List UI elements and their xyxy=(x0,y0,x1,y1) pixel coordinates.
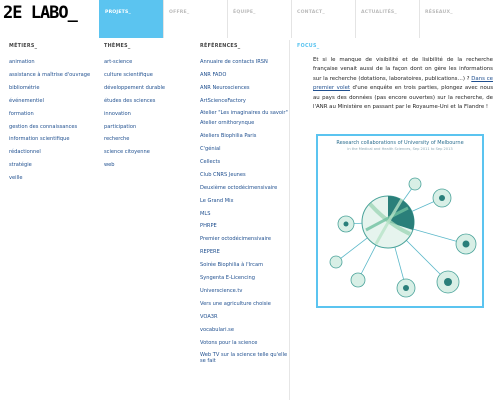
metier-link[interactable]: rédactionnel xyxy=(9,146,99,159)
metier-link[interactable]: événementiel xyxy=(9,95,99,108)
reference-link[interactable]: REPERE xyxy=(200,246,294,259)
references-list: Annuaire de contacts IRSN ANR FADO ANR N… xyxy=(200,56,294,365)
focus-figure[interactable]: Research collaborations of University of… xyxy=(316,134,484,308)
metier-link[interactable]: formation xyxy=(9,108,99,121)
focus-text: Et si le manque de visibilité et de lisi… xyxy=(313,56,493,112)
theme-link[interactable]: art-science xyxy=(104,56,196,69)
nav-reseaux[interactable]: RÉSEAUX_ xyxy=(419,0,483,38)
themes-list: art-science culture scientifique dévelop… xyxy=(104,56,196,172)
reference-link[interactable]: C'génial xyxy=(200,143,294,156)
themes-column: THÈMES_ art-science culture scientifique… xyxy=(104,44,196,172)
site-logo[interactable]: 2E LABO_ xyxy=(3,3,78,23)
reference-link[interactable]: VOA3R xyxy=(200,311,294,324)
reference-link[interactable]: Premier octodécimensivaire xyxy=(200,233,294,246)
nav-offre[interactable]: OFFRE_ xyxy=(163,0,227,38)
collaboration-network-graphic xyxy=(329,177,477,298)
references-column: RÉFÉRENCES_ Annuaire de contacts IRSN AN… xyxy=(200,44,294,366)
reference-link[interactable]: ArtScienceFactory xyxy=(200,95,294,108)
nav-actualites[interactable]: ACTUALITÉS_ xyxy=(355,0,419,38)
theme-link[interactable]: études des sciences xyxy=(104,95,196,108)
reference-link[interactable]: ANR Neurosciences xyxy=(200,82,294,95)
theme-link[interactable]: web xyxy=(104,159,196,172)
nav-contact[interactable]: CONTACT_ xyxy=(291,0,355,38)
reference-link[interactable]: vocabulari.se xyxy=(200,324,294,337)
nav-equipe[interactable]: ÉQUIPE_ xyxy=(227,0,291,38)
metiers-list: animation assistance à maîtrise d'ouvrag… xyxy=(9,56,99,185)
metier-link[interactable]: information scientifique xyxy=(9,133,99,146)
reference-link[interactable]: Club CNRS Jeunes xyxy=(200,169,294,182)
references-heading: RÉFÉRENCES_ xyxy=(200,44,241,49)
reference-link[interactable]: Web TV sur la science telle qu'elle se f… xyxy=(200,352,294,365)
focus-heading: FOCUS_ xyxy=(297,44,320,49)
reference-link[interactable]: Deuxième octodécimensivaire xyxy=(200,182,294,195)
metier-link[interactable]: assistance à maîtrise d'ouvrage xyxy=(9,69,99,82)
reference-link[interactable]: MLS xyxy=(200,208,294,221)
figure-subtitle: in the Medical and Health Sciences, Sep … xyxy=(347,147,453,151)
metier-link[interactable]: bibliométrie xyxy=(9,82,99,95)
column-divider xyxy=(289,40,290,400)
metiers-column: MÉTIERS_ animation assistance à maîtrise… xyxy=(9,44,99,185)
reference-link[interactable]: Atelier ornithorynque xyxy=(200,117,294,130)
reference-link[interactable]: Ateliers Biophilia Paris xyxy=(200,130,294,143)
metier-link[interactable]: veille xyxy=(9,172,99,185)
nav-projets[interactable]: PROJETS_ xyxy=(99,0,163,38)
theme-link[interactable]: culture scientifique xyxy=(104,69,196,82)
reference-link[interactable]: PHRPE xyxy=(200,220,294,233)
reference-link[interactable]: Vers une agriculture choisie xyxy=(200,298,294,311)
reference-link[interactable]: Le Grand Mix xyxy=(200,195,294,208)
theme-link[interactable]: innovation xyxy=(104,108,196,121)
metier-link[interactable]: animation xyxy=(9,56,99,69)
main-nav: PROJETS_ OFFRE_ ÉQUIPE_ CONTACT_ ACTUALI… xyxy=(99,0,483,38)
figure-title: Research collaborations of University of… xyxy=(336,140,464,146)
themes-heading: THÈMES_ xyxy=(104,44,131,49)
metiers-heading: MÉTIERS_ xyxy=(9,44,38,49)
theme-link[interactable]: développement durable xyxy=(104,82,196,95)
reference-link[interactable]: Atelier "Les imaginaires du savoir" xyxy=(200,110,294,117)
reference-link[interactable]: Syngenta E-Licencing xyxy=(200,272,294,285)
reference-link[interactable]: Cellects xyxy=(200,156,294,169)
theme-link[interactable]: participation xyxy=(104,121,196,134)
reference-link[interactable]: Votons pour la science xyxy=(200,337,294,350)
theme-link[interactable]: science citoyenne xyxy=(104,146,196,159)
reference-link[interactable]: Soirée Biophilia à l'Ircam xyxy=(200,259,294,272)
metier-link[interactable]: stratégie xyxy=(9,159,99,172)
metier-link[interactable]: gestion des connaissances xyxy=(9,121,99,134)
reference-link[interactable]: ANR FADO xyxy=(200,69,294,82)
focus-text-intro: Et si le manque de visibilité et de lisi… xyxy=(313,57,493,82)
central-chord-diagram xyxy=(361,195,415,249)
reference-link[interactable]: Annuaire de contacts IRSN xyxy=(200,56,294,69)
reference-link[interactable]: Universcience.tv xyxy=(200,285,294,298)
theme-link[interactable]: recherche xyxy=(104,133,196,146)
